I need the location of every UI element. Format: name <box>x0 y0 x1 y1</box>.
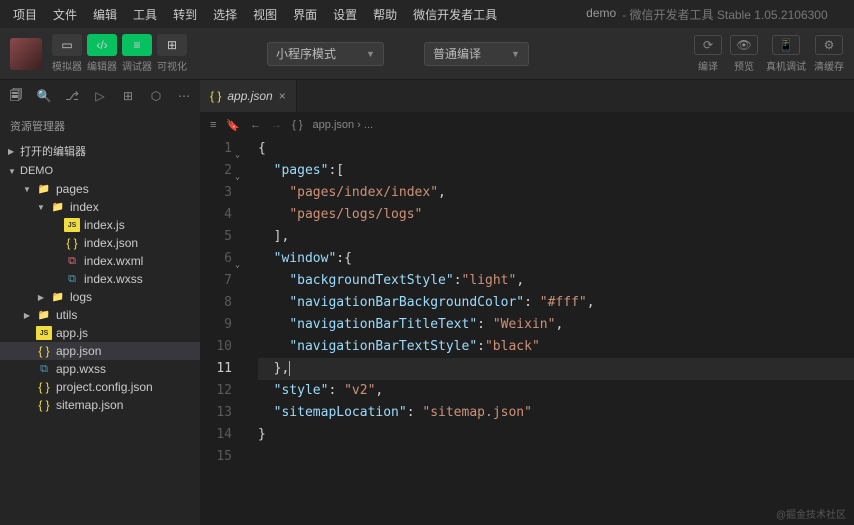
forward-icon[interactable]: → <box>271 119 282 131</box>
compile-dropdown[interactable]: 普通编译▼ <box>424 42 529 66</box>
window-title: demo- 微信开发者工具 Stable 1.05.2106300 <box>586 6 827 23</box>
breadcrumb[interactable]: app.json › ... <box>313 119 374 131</box>
tree-logs[interactable]: ▶📁logs <box>0 288 200 306</box>
list-icon[interactable]: ≡ <box>210 119 216 131</box>
open-editors-section[interactable]: ▶打开的编辑器 <box>0 140 200 162</box>
bookmark-icon[interactable]: 🔖 <box>226 119 240 132</box>
menu-文件[interactable]: 文件 <box>46 3 84 26</box>
tree-index.js[interactable]: JSindex.js <box>0 216 200 234</box>
avatar[interactable] <box>10 38 42 70</box>
tree-utils[interactable]: ▶📁utils <box>0 306 200 324</box>
tree-index.json[interactable]: { }index.json <box>0 234 200 252</box>
tree-app.json[interactable]: { }app.json <box>0 342 200 360</box>
预览-button[interactable]: 👁 <box>730 35 758 55</box>
tree-index.wxss[interactable]: ⧉index.wxss <box>0 270 200 288</box>
tab-app-json[interactable]: { } app.json × <box>200 80 297 112</box>
tree-app.wxss[interactable]: ⧉app.wxss <box>0 360 200 378</box>
tree-pages[interactable]: ▼📁pages <box>0 180 200 198</box>
编译-button[interactable]: ⟳ <box>694 35 722 55</box>
清缓存-button[interactable]: ⚙ <box>815 35 843 55</box>
search-icon[interactable]: 🔍 <box>34 86 54 106</box>
simulator-button[interactable]: ▭ <box>52 34 82 56</box>
menu-转到[interactable]: 转到 <box>166 3 204 26</box>
menu-微信开发者工具[interactable]: 微信开发者工具 <box>406 3 504 26</box>
explorer-icon[interactable]: 🗐 <box>6 86 26 106</box>
fold-icon[interactable]: ⌄ <box>235 166 240 188</box>
menu-项目[interactable]: 项目 <box>6 3 44 26</box>
tree-project.config.json[interactable]: { }project.config.json <box>0 378 200 396</box>
hex-icon[interactable]: ⬡ <box>146 86 166 106</box>
sidebar: 🗐 🔍 ⎇ ▷ ⊞ ⬡ ⋯ 资源管理器 ▶打开的编辑器 ▼DEMO ▼📁page… <box>0 80 200 525</box>
menu-bar: 项目文件编辑工具转到选择视图界面设置帮助微信开发者工具 demo- 微信开发者工具… <box>0 0 854 28</box>
visualize-button[interactable]: ⊞ <box>157 34 187 56</box>
chevron-down-icon: ▼ <box>511 49 520 59</box>
code-editor[interactable]: 1⌄2⌄3456⌄789101112131415 { "pages":[ "pa… <box>200 138 854 525</box>
editor-button[interactable]: ‹/› <box>87 34 117 56</box>
fold-icon[interactable]: ⌄ <box>235 254 240 276</box>
menu-工具[interactable]: 工具 <box>126 3 164 26</box>
tree-sitemap.json[interactable]: { }sitemap.json <box>0 396 200 414</box>
scm-icon[interactable]: ⎇ <box>62 86 82 106</box>
fold-icon[interactable]: ⌄ <box>235 144 240 166</box>
mode-dropdown[interactable]: 小程序模式▼ <box>267 42 384 66</box>
menu-界面[interactable]: 界面 <box>286 3 324 26</box>
editor-area: { } app.json × ≡ 🔖 ← → { } app.json › ..… <box>200 80 854 525</box>
editor-actions: ≡ 🔖 ← → { } app.json › ... <box>200 112 854 138</box>
debug-icon[interactable]: ▷ <box>90 86 110 106</box>
json-icon: { } <box>210 89 221 103</box>
panel-title: 资源管理器 <box>0 112 200 140</box>
more-icon[interactable]: ⋯ <box>174 86 194 106</box>
真机调试-button[interactable]: 📱 <box>772 35 800 55</box>
toolbar: ▭ ‹/› ≡ ⊞ 模拟器编辑器调试器可视化 小程序模式▼ 普通编译▼ ⟳编译👁… <box>0 28 854 80</box>
ext-icon[interactable]: ⊞ <box>118 86 138 106</box>
tree-app.js[interactable]: JSapp.js <box>0 324 200 342</box>
menu-编辑[interactable]: 编辑 <box>86 3 124 26</box>
menu-帮助[interactable]: 帮助 <box>366 3 404 26</box>
project-section[interactable]: ▼DEMO <box>0 162 200 180</box>
close-icon[interactable]: × <box>279 89 286 103</box>
tree-index[interactable]: ▼📁index <box>0 198 200 216</box>
chevron-down-icon: ▼ <box>366 49 375 59</box>
menu-设置[interactable]: 设置 <box>326 3 364 26</box>
watermark: @掘金技术社区 <box>776 506 846 521</box>
debugger-button[interactable]: ≡ <box>122 34 152 56</box>
menu-视图[interactable]: 视图 <box>246 3 284 26</box>
tab-bar: { } app.json × <box>200 80 854 112</box>
menu-选择[interactable]: 选择 <box>206 3 244 26</box>
back-icon[interactable]: ← <box>250 119 261 131</box>
tree-index.wxml[interactable]: ⧉index.wxml <box>0 252 200 270</box>
